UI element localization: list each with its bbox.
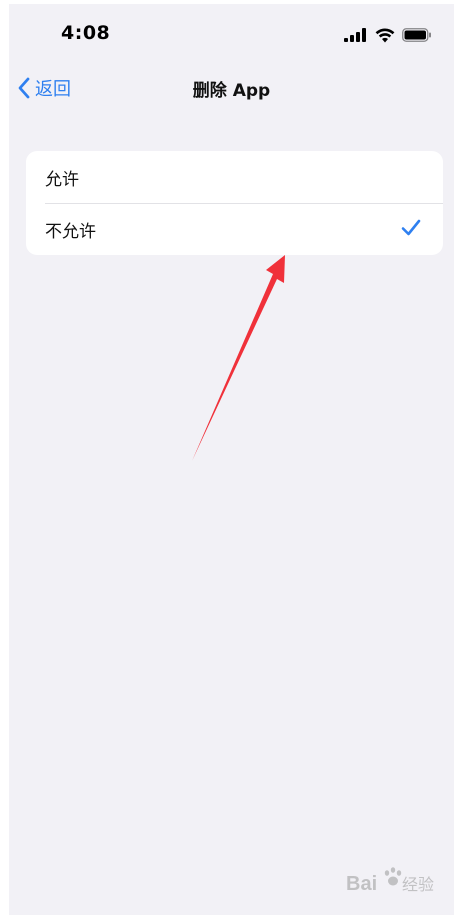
status-icons <box>344 26 432 44</box>
option-disallow[interactable]: 不允许 <box>26 203 443 255</box>
battery-icon <box>402 28 432 42</box>
page-title: 删除 App <box>192 81 271 101</box>
option-label: 不允许 <box>45 221 96 242</box>
option-label: 允许 <box>45 169 79 190</box>
cellular-signal-icon <box>344 28 368 42</box>
checkmark-icon <box>401 219 421 242</box>
option-allow[interactable]: 允许 <box>26 151 443 203</box>
navigation-bar: 返回 删除 App <box>9 66 454 110</box>
svg-text:Bai: Bai <box>346 873 377 895</box>
status-time: 4:08 <box>61 22 111 44</box>
svg-text:经验: 经验 <box>402 875 434 894</box>
annotation-arrow <box>192 255 285 461</box>
baidu-watermark: Bai 经验 <box>346 863 446 901</box>
wifi-icon <box>375 27 395 43</box>
phone-screen: 4:08 返回 删除 App 允许 不允许 Bai 经验 <box>9 4 454 915</box>
option-list: 允许 不允许 <box>26 151 443 255</box>
